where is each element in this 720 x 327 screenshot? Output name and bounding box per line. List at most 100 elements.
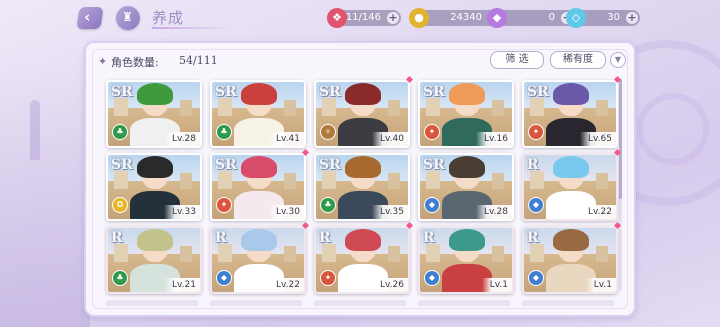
character-portrait-hair [345,83,381,105]
rarity-badge: R [215,230,227,246]
diamond-value: 30 [607,12,620,23]
character-level: Lv.26 [372,278,408,292]
back-button[interactable]: ‹ [76,7,104,29]
purple-gem-icon: ◆ [487,8,507,28]
rarity-badge: R [319,230,331,246]
character-card[interactable]: SR ✦ Lv.65 [522,80,618,148]
character-level: Lv.28 [476,205,512,219]
character-portrait-hair [553,156,589,178]
character-level: Lv.41 [268,132,304,146]
resource-diamond: ◇ 30 + [566,8,640,28]
character-level: Lv.40 [372,132,408,146]
next-row-card-peek [210,300,302,306]
character-card[interactable]: R ◆ Lv.1 [522,226,618,294]
rarity-sort-button[interactable]: 稀有度 [550,51,606,69]
character-portrait-hair [137,156,173,178]
background-castle [0,60,90,327]
character-card[interactable]: SR ♣ Lv.41 [210,80,306,148]
character-portrait-hair [137,83,173,105]
add-diamond-button[interactable]: + [626,12,638,24]
character-card[interactable]: R ◆ Lv.22 [210,226,306,294]
rarity-badge: SR [111,84,133,100]
character-list-panel: ✦ 角色数量: 54/111 筛 选 稀有度 ▼ SR ♣ Lv.28 SR ♣ Lv.4… [84,41,636,317]
fire-element-icon: ✦ [320,270,336,286]
castle-home-icon: ♜ [122,10,133,24]
character-card[interactable]: SR ✦ Lv.30 [210,153,306,221]
earth-element-icon: ♣ [112,124,128,140]
character-card[interactable]: R ✦ Lv.26 [314,226,410,294]
rarity-badge: SR [111,157,133,173]
resource-stamina: ❖ 11/146 + [327,8,401,28]
rarity-badge: SR [319,157,341,173]
character-card[interactable]: SR ✦ Lv.16 [418,80,514,148]
filter-button[interactable]: 筛 选 [490,51,544,69]
next-row-card-peek [418,300,510,306]
water-element-icon: ◆ [424,270,440,286]
rarity-badge: SR [527,84,549,100]
character-count-label: 角色数量: [111,56,159,69]
stamina-value: 11/146 [345,12,381,23]
character-level: Lv.1 [481,278,512,292]
character-card[interactable]: SR ♣ Lv.35 [314,153,410,221]
character-level: Lv.65 [580,132,616,146]
coin-icon: ● [409,8,429,28]
earth-element-icon: ♣ [216,124,232,140]
character-card[interactable]: SR ✧ Lv.40 [314,80,410,148]
scrollbar[interactable] [619,79,622,291]
character-portrait-hair [553,229,589,251]
next-row-card-peek [106,300,198,306]
rarity-badge: R [527,157,539,173]
character-level: Lv.35 [372,205,408,219]
character-portrait-hair [345,229,381,251]
character-level: Lv.22 [580,205,616,219]
chevron-down-icon[interactable]: ▼ [610,52,626,68]
rarity-badge: SR [215,157,237,173]
character-portrait-hair [137,229,173,251]
character-portrait-hair [449,229,485,251]
character-portrait-hair [241,156,277,178]
add-stamina-button[interactable]: + [387,12,399,24]
earth-element-icon: ♣ [112,270,128,286]
candy-icon: ❖ [327,8,347,28]
character-level: Lv.28 [164,132,200,146]
fire-element-icon: ✦ [528,124,544,140]
character-card[interactable]: SR ◆ Lv.28 [418,153,514,221]
character-card[interactable]: R ◆ Lv.1 [418,226,514,294]
character-level: Lv.22 [268,278,304,292]
rarity-badge: R [111,230,123,246]
rarity-badge: R [423,230,435,246]
gem-value: 0 [548,12,555,23]
rarity-badge: SR [423,157,445,173]
diamond-icon: ◇ [566,8,586,28]
character-portrait-hair [241,83,277,105]
character-card[interactable]: SR ✪ Lv.33 [106,153,202,221]
character-portrait-hair [449,156,485,178]
character-level: Lv.1 [585,278,616,292]
rarity-badge: SR [319,84,341,100]
character-portrait-hair [241,229,277,251]
next-row-card-peek [522,300,614,306]
character-portrait-hair [345,156,381,178]
gold-value: 24340 [450,12,482,23]
character-card[interactable]: SR ♣ Lv.28 [106,80,202,148]
light-element-icon: ✪ [112,197,128,213]
scrollbar-thumb[interactable] [619,79,622,199]
character-level: Lv.30 [268,205,304,219]
diamond-bullet-icon: ✦ [98,55,108,68]
rarity-badge: SR [423,84,445,100]
next-row-card-peek [314,300,406,306]
water-element-icon: ◆ [528,270,544,286]
character-level: Lv.33 [164,205,200,219]
character-card[interactable]: R ◆ Lv.22 [522,153,618,221]
character-card[interactable]: R ♣ Lv.21 [106,226,202,294]
character-portrait-hair [449,83,485,105]
fire-element-icon: ✦ [216,197,232,213]
title-decoration [152,27,230,29]
water-element-icon: ◆ [528,197,544,213]
rarity-badge: R [527,230,539,246]
fire-element-icon: ✦ [424,124,440,140]
wind-element-icon: ✧ [320,124,336,140]
character-portrait-hair [553,83,589,105]
home-button[interactable]: ♜ [116,6,140,30]
earth-element-icon: ♣ [320,197,336,213]
